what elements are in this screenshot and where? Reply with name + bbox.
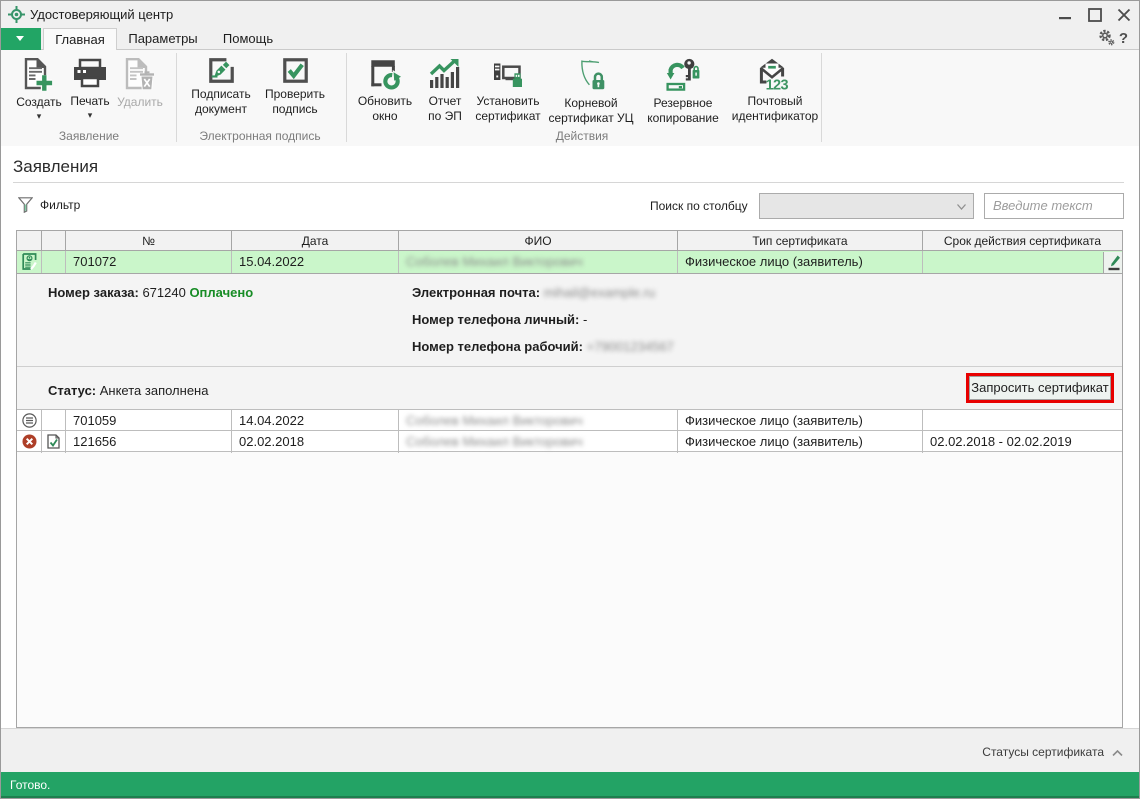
- svg-text:123: 123: [766, 77, 789, 90]
